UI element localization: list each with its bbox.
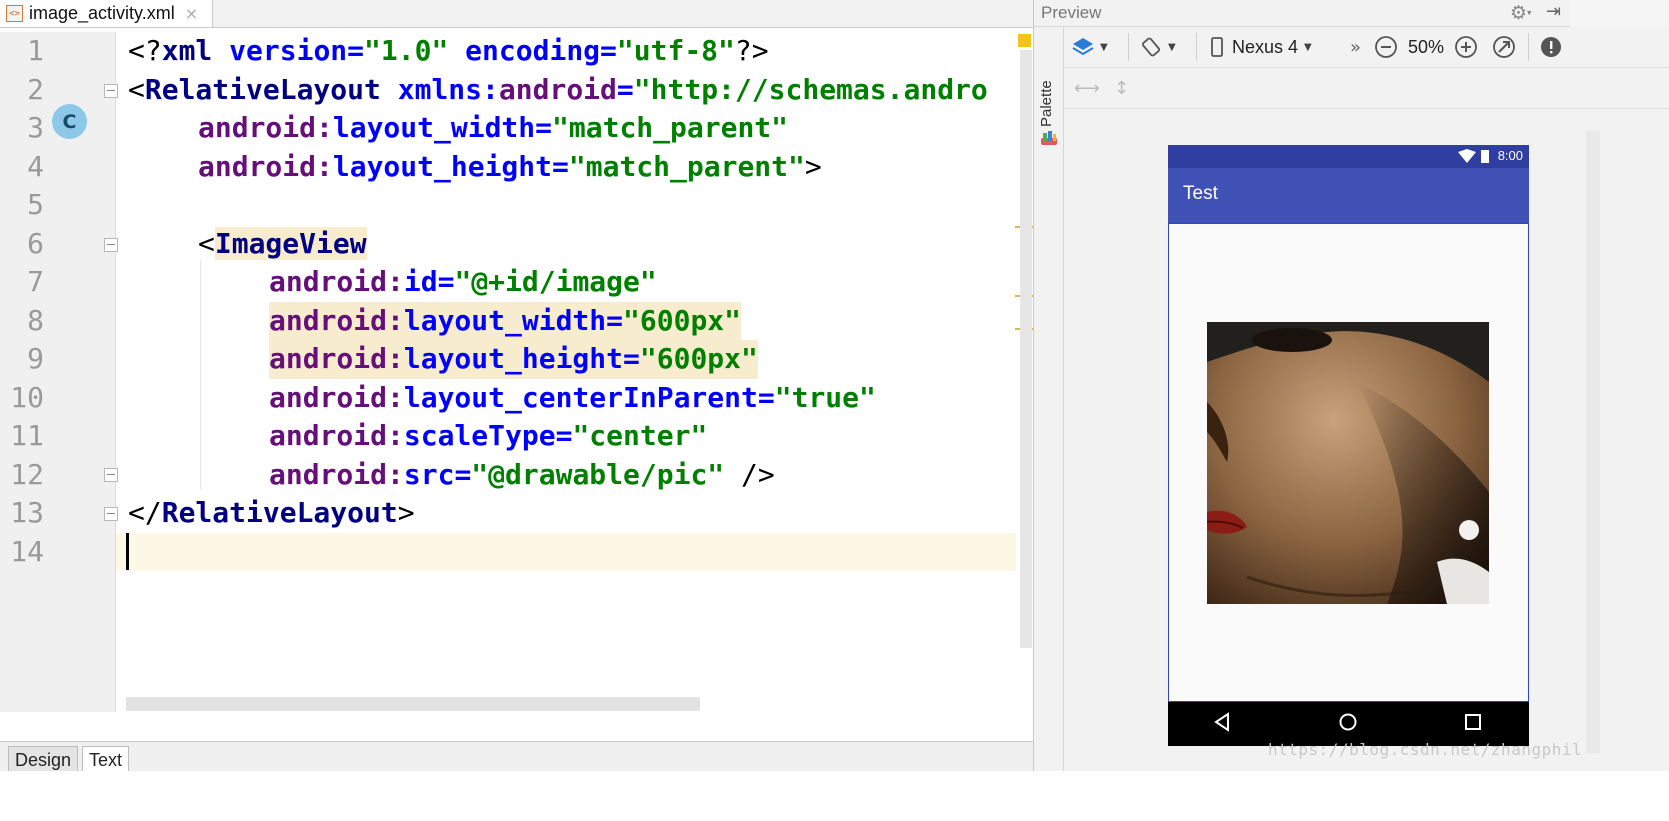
preview-header: Preview ⚙▾ ⇥ bbox=[1034, 0, 1570, 27]
preview-canvas[interactable]: 8:00 Test bbox=[1064, 109, 1669, 771]
toolbar-separator bbox=[1128, 33, 1129, 61]
code-line-9: android:layout_height="600px" bbox=[269, 340, 758, 379]
zoom-level: 50% bbox=[1408, 33, 1444, 61]
line-number: 3 bbox=[27, 111, 44, 144]
close-icon[interactable]: × bbox=[185, 4, 198, 23]
back-icon[interactable] bbox=[1214, 712, 1232, 732]
code-line-7: android:id="@+id/image" bbox=[269, 265, 657, 298]
zoom-fit-icon[interactable] bbox=[1492, 33, 1516, 61]
preview-title: Preview bbox=[1041, 3, 1102, 22]
code-area[interactable]: <?xml version="1.0" encoding="utf-8"?> <… bbox=[116, 32, 1016, 697]
line-numbers: 1 2 3 4 5 6 7 8 9 10 11 12 13 14 bbox=[0, 32, 115, 712]
inspection-status-icon[interactable] bbox=[1018, 34, 1031, 47]
line-number: 11 bbox=[10, 419, 44, 452]
watermark: https://blog.csdn.net/zhangphil bbox=[1268, 740, 1583, 759]
rotate-icon[interactable]: ▼ bbox=[1140, 33, 1176, 61]
palette-icon[interactable] bbox=[1040, 129, 1058, 147]
portrait-image bbox=[1207, 322, 1489, 604]
code-line-6: <ImageView bbox=[198, 226, 367, 260]
canvas-scrollbar[interactable] bbox=[1586, 131, 1600, 753]
line-number: 5 bbox=[27, 188, 44, 221]
page-bottom bbox=[0, 771, 1669, 821]
line-number: 7 bbox=[27, 265, 44, 298]
code-line-8: android:layout_width="600px" bbox=[269, 301, 742, 340]
device-frame: 8:00 Test bbox=[1168, 145, 1529, 746]
tab-design[interactable]: Design bbox=[8, 746, 79, 772]
code-line-2: <RelativeLayout xmlns:android="http://sc… bbox=[128, 72, 988, 106]
expand-horizontal-icon[interactable]: ⟷ bbox=[1074, 74, 1100, 102]
code-line-4: android:layout_height="match_parent"> bbox=[198, 149, 822, 183]
layers-icon[interactable]: ▼ bbox=[1072, 33, 1108, 61]
wifi-battery-icon bbox=[1458, 149, 1489, 163]
vertical-scrollbar[interactable] bbox=[1020, 50, 1032, 648]
preview-toolbar: ▼ ▼ Nexus 4 ▼ » 50% bbox=[1064, 27, 1669, 68]
line-number: 12 bbox=[10, 457, 44, 491]
warning-icon[interactable] bbox=[1540, 33, 1562, 61]
palette-strip[interactable]: Palette bbox=[1034, 27, 1064, 771]
phone-icon bbox=[1211, 37, 1223, 57]
file-tab-label: image_activity.xml bbox=[29, 3, 175, 23]
device-selector[interactable]: Nexus 4 ▼ bbox=[1210, 33, 1312, 61]
code-editor[interactable]: <> image_activity.xml × C 1 2 3 4 5 6 7 … bbox=[0, 0, 1033, 821]
layout-content[interactable] bbox=[1168, 223, 1529, 702]
zoom-label: 50% bbox=[1408, 36, 1445, 57]
xml-file-icon: <> bbox=[6, 5, 23, 22]
zoom-in-icon[interactable] bbox=[1454, 33, 1478, 61]
editor-mode-tabs: Design Text bbox=[0, 741, 1033, 772]
line-number: 13 bbox=[10, 496, 44, 529]
code-line-12: android:src="@drawable/pic" /> bbox=[269, 457, 775, 491]
current-line-highlight bbox=[116, 532, 1016, 571]
zoom-out-icon[interactable] bbox=[1374, 33, 1398, 61]
preview-subtoolbar: ⟷ ↕ bbox=[1064, 68, 1669, 109]
code-line-10: android:layout_centerInParent="true" bbox=[269, 380, 876, 414]
code-line-3: android:layout_width="match_parent" bbox=[198, 111, 789, 144]
gear-icon[interactable]: ⚙▾ bbox=[1510, 2, 1532, 24]
line-number: 4 bbox=[27, 149, 44, 183]
status-bar: 8:00 bbox=[1168, 145, 1529, 168]
expand-vertical-icon[interactable]: ↕ bbox=[1114, 74, 1129, 102]
line-number: 1 bbox=[27, 34, 44, 67]
horizontal-scrollbar[interactable] bbox=[126, 697, 700, 711]
code-line-13: </RelativeLayout> bbox=[128, 496, 415, 529]
palette-label[interactable]: Palette bbox=[1038, 80, 1055, 127]
line-number: 2 bbox=[27, 72, 44, 106]
line-number: 10 bbox=[10, 380, 44, 414]
text-caret bbox=[126, 533, 129, 570]
home-icon[interactable] bbox=[1338, 712, 1358, 732]
indent-guide bbox=[200, 260, 201, 490]
code-line-1: <?xml version="1.0" encoding="utf-8"?> bbox=[128, 34, 769, 67]
line-number: 9 bbox=[27, 342, 44, 375]
line-number: 14 bbox=[10, 534, 44, 568]
overflow-icon[interactable]: » bbox=[1350, 33, 1361, 61]
preview-panel: Preview ⚙▾ ⇥ Palette ▼ ▼ Nexus 4 ▼ » 50%… bbox=[1033, 0, 1669, 771]
pin-icon[interactable]: ⇥ bbox=[1546, 1, 1561, 22]
tab-text[interactable]: Text bbox=[82, 746, 130, 772]
line-number: 8 bbox=[27, 303, 44, 337]
app-title: Test bbox=[1183, 183, 1218, 204]
app-bar: Test bbox=[1168, 168, 1529, 223]
editor-tab-bar: <> image_activity.xml × bbox=[0, 0, 1033, 28]
toolbar-separator bbox=[1528, 33, 1529, 61]
recents-icon[interactable] bbox=[1464, 712, 1482, 732]
code-line-11: android:scaleType="center" bbox=[269, 419, 708, 452]
line-number: 6 bbox=[27, 226, 44, 260]
device-label: Nexus 4 bbox=[1232, 36, 1299, 57]
toolbar-separator bbox=[1196, 33, 1197, 61]
image-view[interactable] bbox=[1207, 322, 1489, 604]
status-time: 8:00 bbox=[1497, 148, 1523, 163]
file-tab[interactable]: <> image_activity.xml × bbox=[0, 0, 213, 27]
